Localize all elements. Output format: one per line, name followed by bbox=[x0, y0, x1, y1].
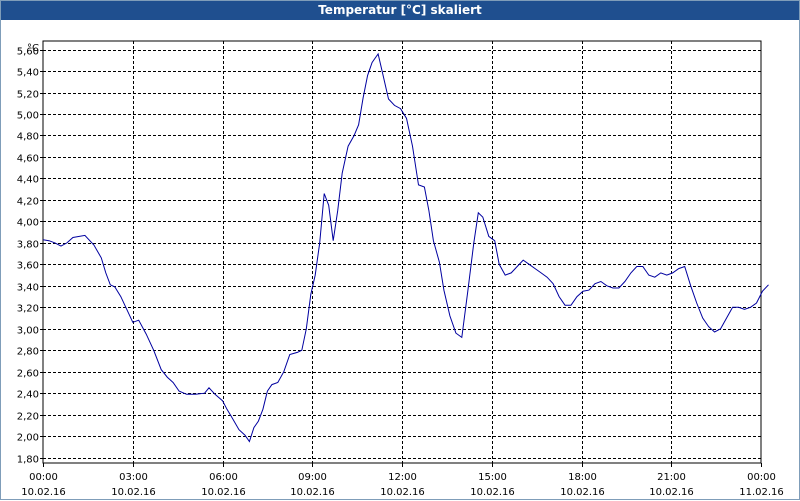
y-tick-label: 3,40 bbox=[17, 283, 39, 294]
y-tick-label: 3,20 bbox=[17, 304, 39, 315]
x-tick-date: 10.02.16 bbox=[470, 487, 515, 498]
x-tick-time: 15:00 bbox=[478, 472, 507, 483]
y-tick-label: 3,00 bbox=[17, 326, 39, 337]
y-axis-unit: °C bbox=[27, 43, 39, 54]
x-tick-date: 10.02.16 bbox=[649, 487, 694, 498]
x-tick-date: 10.02.16 bbox=[21, 487, 66, 498]
x-tick-time: 09:00 bbox=[298, 472, 327, 483]
x-tick-date: 10.02.16 bbox=[560, 487, 605, 498]
y-tick-label: 5,00 bbox=[17, 111, 39, 122]
y-axis-ticks: 1,80 2,00 2,20 2,40 2,60 2,80 3,00 3,20 3,40 3,60… bbox=[17, 47, 43, 466]
x-tick-time: 06:00 bbox=[209, 472, 238, 483]
x-tick-time: 03:00 bbox=[119, 472, 148, 483]
y-tick-label: 2,60 bbox=[17, 369, 39, 380]
y-tick-label: 3,80 bbox=[17, 240, 39, 251]
x-tick-time: 00:00 bbox=[29, 472, 58, 483]
y-tick-label: 4,60 bbox=[17, 154, 39, 165]
x-tick-date: 11.02.16 bbox=[739, 487, 784, 498]
y-tick-label: 4,80 bbox=[17, 132, 39, 143]
y-tick-label: 2,80 bbox=[17, 347, 39, 358]
x-tick-time: 12:00 bbox=[388, 472, 417, 483]
y-tick-label: 4,40 bbox=[17, 175, 39, 186]
x-tick-date: 10.02.16 bbox=[201, 487, 246, 498]
x-tick-time: 18:00 bbox=[568, 472, 597, 483]
y-tick-label: 5,40 bbox=[17, 68, 39, 79]
y-tick-label: 4,20 bbox=[17, 197, 39, 208]
y-tick-label: 3,60 bbox=[17, 261, 39, 272]
x-tick-date: 10.02.16 bbox=[290, 487, 335, 498]
x-tick-date: 10.02.16 bbox=[380, 487, 425, 498]
y-tick-label: 2,40 bbox=[17, 390, 39, 401]
chart-svg: 1,80 2,00 2,20 2,40 2,60 2,80 3,00 3,20 3,40 3,60… bbox=[17, 40, 784, 498]
y-tick-label: 5,20 bbox=[17, 90, 39, 101]
y-tick-label: 2,00 bbox=[17, 433, 39, 444]
x-axis-ticks: 00:00 10.02.16 03:00 10.02.16 06:00 10.02.16 0… bbox=[21, 463, 784, 498]
x-tick-time: 21:00 bbox=[657, 472, 686, 483]
y-tick-label: 2,20 bbox=[17, 412, 39, 423]
x-tick-time: 00:00 bbox=[747, 472, 776, 483]
chart-window: Temperatur [°C] skaliert 1,80 2,00 2,20 2,4… bbox=[0, 0, 800, 500]
y-tick-label: 1,80 bbox=[17, 455, 39, 466]
x-tick-date: 10.02.16 bbox=[111, 487, 156, 498]
y-tick-label: 4,00 bbox=[17, 218, 39, 229]
